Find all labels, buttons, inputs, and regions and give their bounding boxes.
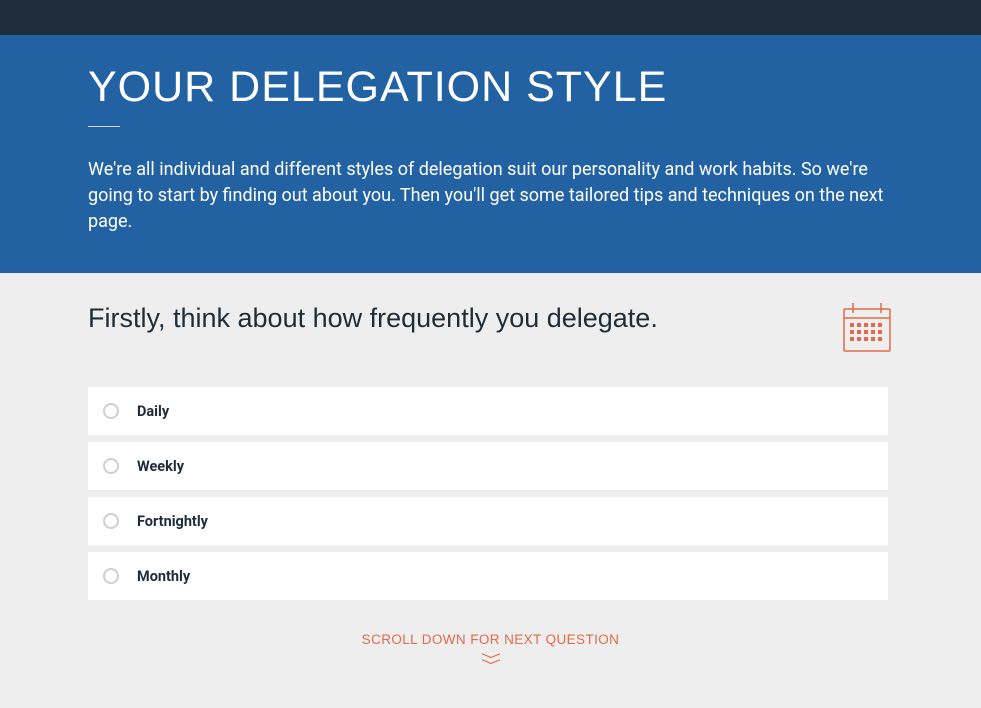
option-label: Weekly — [137, 458, 184, 475]
option-weekly[interactable]: Weekly — [88, 442, 888, 490]
hero-description: We're all individual and different style… — [88, 157, 893, 235]
scroll-hint[interactable]: SCROLL DOWN FOR NEXT QUESTION — [88, 632, 893, 665]
radio-icon — [103, 513, 119, 529]
question-header: Firstly, think about how frequently you … — [88, 301, 893, 357]
option-daily[interactable]: Daily — [88, 387, 888, 435]
hero-section: YOUR DELEGATION STYLE We're all individu… — [0, 35, 981, 273]
question-prompt: Firstly, think about how frequently you … — [88, 301, 658, 336]
option-label: Monthly — [137, 568, 190, 585]
calendar-icon — [841, 301, 893, 357]
content-section: Firstly, think about how frequently you … — [0, 273, 981, 685]
option-monthly[interactable]: Monthly — [88, 552, 888, 600]
radio-icon — [103, 403, 119, 419]
scroll-hint-text: SCROLL DOWN FOR NEXT QUESTION — [88, 632, 893, 647]
option-label: Fortnightly — [137, 513, 208, 530]
radio-icon — [103, 458, 119, 474]
page-title: YOUR DELEGATION STYLE — [88, 63, 893, 112]
title-underline — [88, 126, 120, 127]
option-label: Daily — [137, 403, 169, 420]
radio-icon — [103, 568, 119, 584]
topbar — [0, 0, 981, 35]
chevron-down-icon — [88, 653, 893, 665]
option-fortnightly[interactable]: Fortnightly — [88, 497, 888, 545]
options-list: Daily Weekly Fortnightly Monthly — [88, 387, 888, 600]
